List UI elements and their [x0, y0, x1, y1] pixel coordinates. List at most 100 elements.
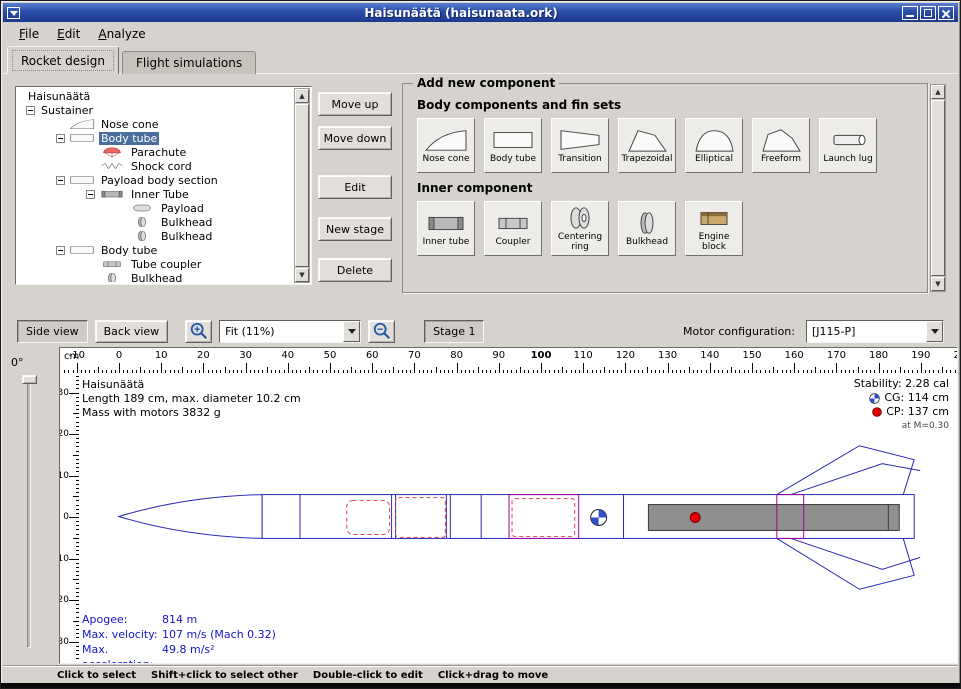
ruler-tick: [300, 370, 301, 373]
add-engine-block-button[interactable]: Engine block: [685, 201, 743, 256]
component-button-label: Inner tube: [423, 238, 470, 248]
back-view-button[interactable]: Back view: [95, 320, 169, 343]
ruler-tick: [465, 370, 466, 373]
scroll-down-arrow-icon[interactable]: ▼: [295, 268, 309, 282]
tree-item-label: Bulkhead: [159, 216, 214, 229]
ruler-label: 20: [59, 595, 69, 605]
flight-stat-label: Max. acceleration:: [82, 642, 162, 664]
ruler-tick: [76, 612, 79, 613]
side-view-button[interactable]: Side view: [17, 320, 88, 343]
add-nose-cone-button[interactable]: Nose cone: [417, 118, 475, 173]
tree-expander-icon[interactable]: [26, 106, 35, 115]
rotation-slider-handle[interactable]: [22, 375, 37, 384]
tree-item-bulkhead[interactable]: Bulkhead: [18, 229, 293, 243]
ruler-label: -10: [59, 471, 69, 481]
add-coupler-button[interactable]: Coupler: [484, 201, 542, 256]
ruler-tick: [174, 370, 175, 373]
ruler-tick: [149, 370, 150, 373]
tree-scrollbar[interactable]: ▲ ▼: [294, 88, 310, 283]
tree-item-sustainer[interactable]: Sustainer: [18, 103, 293, 117]
menu-file[interactable]: File: [10, 24, 48, 44]
minimize-button[interactable]: [902, 6, 918, 20]
add-elliptical-button[interactable]: Elliptical: [685, 118, 743, 173]
add-launch-lug-button[interactable]: Launch lug: [819, 118, 877, 173]
tree-item-parachute[interactable]: Parachute: [18, 145, 293, 159]
scroll-up-arrow-icon[interactable]: ▲: [931, 85, 945, 99]
tree-item-bulkhead[interactable]: Bulkhead: [18, 215, 293, 229]
tree-item-bulkhead[interactable]: Bulkhead: [18, 271, 293, 282]
new-stage-button[interactable]: New stage: [318, 217, 392, 241]
ruler-tick: [663, 370, 664, 373]
menu-analyze[interactable]: Analyze: [89, 24, 154, 44]
dropdown-arrow-icon[interactable]: [926, 321, 943, 342]
tree-item-body-tube[interactable]: Body tube: [18, 243, 293, 257]
close-button[interactable]: [938, 6, 954, 20]
zoom-out-button[interactable]: [368, 320, 395, 343]
addcomp-scrollbar[interactable]: ▲ ▼: [930, 84, 946, 292]
tree-expander-icon[interactable]: [56, 176, 65, 185]
edit-button[interactable]: Edit: [318, 175, 392, 199]
component-tree: HaisunäätäSustainerNose coneBody tubePar…: [18, 89, 293, 282]
zoom-level-select[interactable]: Fit (11%): [219, 320, 361, 343]
add-body-tube-button[interactable]: Body tube: [484, 118, 542, 173]
ruler-tick: [76, 409, 79, 410]
zoom-in-button[interactable]: [185, 320, 212, 343]
tree-item-inner-tube[interactable]: Inner Tube: [18, 187, 293, 201]
window-menu-icon[interactable]: [7, 7, 20, 19]
maximize-button[interactable]: [920, 6, 936, 20]
add-transition-button[interactable]: Transition: [551, 118, 609, 173]
tree-item-payload[interactable]: Payload: [18, 201, 293, 215]
tree-expander-icon[interactable]: [86, 190, 95, 199]
tree-item-nose-cone[interactable]: Nose cone: [18, 117, 293, 131]
add-centering-ring-button[interactable]: Centering ring: [551, 201, 609, 256]
ruler-tick: [824, 370, 825, 373]
scrollbar-thumb[interactable]: [931, 100, 945, 276]
ruler-label: 10: [59, 554, 69, 564]
tree-expander-icon[interactable]: [56, 246, 65, 255]
ruler-tick: [76, 575, 79, 576]
add-freeform-button[interactable]: Freeform: [752, 118, 810, 173]
tree-item-tube-coupler[interactable]: Tube coupler: [18, 257, 293, 271]
motor-configuration-select[interactable]: [J115-P]: [806, 320, 944, 343]
stability-info: Stability: 2.28 cal CG: 114 cm CP: 137 c…: [854, 377, 949, 433]
ruler-tick: [76, 542, 79, 543]
draw-area: HaisunäätäLength 189 cm, max. diameter 1…: [80, 374, 957, 663]
tree-item-shock-cord[interactable]: Shock cord: [18, 159, 293, 173]
scroll-up-arrow-icon[interactable]: ▲: [295, 89, 309, 103]
scrollbar-thumb[interactable]: [295, 104, 309, 267]
add-inner-tube-button[interactable]: Inner tube: [417, 201, 475, 256]
tree-item-payload-body-section[interactable]: Payload body section: [18, 173, 293, 187]
ruler-tick: [697, 370, 698, 373]
dropdown-arrow-icon[interactable]: [343, 321, 360, 342]
ruler-tick: [73, 496, 79, 497]
add-bulkhead-button[interactable]: Bulkhead: [618, 201, 676, 256]
window-controls: [902, 6, 954, 20]
ruler-tick: [284, 370, 285, 373]
titlebar[interactable]: Haisunäätä (haisunaata.ork): [3, 3, 958, 22]
ruler-tick: [571, 370, 572, 373]
ruler-tick: [246, 363, 247, 373]
ruler-label: 40: [281, 350, 294, 361]
stage-1-toggle[interactable]: Stage 1: [424, 320, 484, 343]
ruler-tick: [76, 646, 79, 647]
tree-expander-icon[interactable]: [56, 134, 65, 143]
ruler-tick: [410, 370, 411, 373]
ruler-tick: [76, 596, 79, 597]
ruler-tick: [119, 363, 120, 373]
ruler-tick: [866, 370, 867, 373]
move-down-button[interactable]: Move down: [318, 126, 392, 150]
scroll-down-arrow-icon[interactable]: ▼: [931, 277, 945, 291]
tree-item-haisun-t[interactable]: Haisunäätä: [18, 89, 293, 103]
tab-rocket-design[interactable]: Rocket design: [7, 46, 119, 74]
tab-flight-simulations[interactable]: Flight simulations: [122, 51, 256, 74]
menu-edit[interactable]: Edit: [48, 24, 89, 44]
ruler-tick: [76, 658, 79, 659]
motor-body[interactable]: [648, 505, 899, 531]
delete-button[interactable]: Delete: [318, 258, 392, 282]
add-trapezoidal-button[interactable]: Trapezoidal: [618, 118, 676, 173]
move-up-button[interactable]: Move up: [318, 92, 392, 116]
ruler-tick: [684, 370, 685, 373]
tree-item-body-tube[interactable]: Body tube: [18, 131, 293, 145]
bulkhead-icon: [129, 216, 155, 228]
ruler-tick: [76, 529, 79, 530]
